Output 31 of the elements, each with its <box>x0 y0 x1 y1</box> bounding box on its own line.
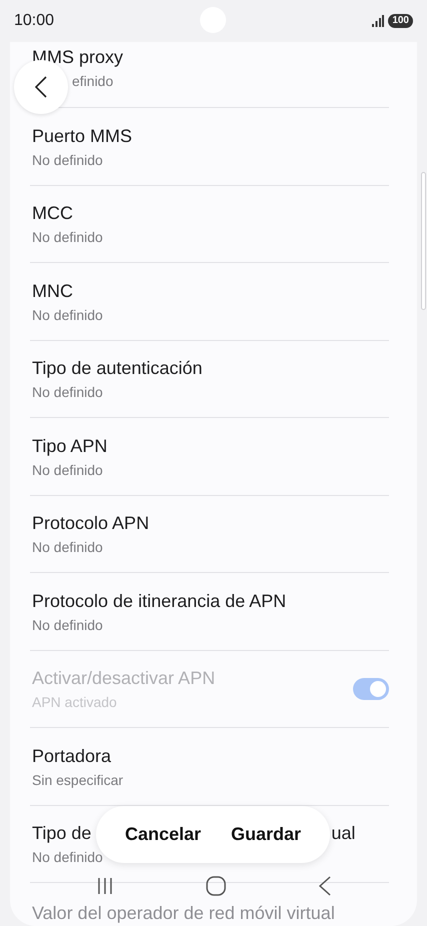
battery-level: 100 <box>388 14 413 28</box>
row-title: Puerto MMS <box>32 124 132 148</box>
home-icon[interactable] <box>206 876 226 896</box>
row-title: Protocolo APN <box>32 512 150 536</box>
row-subtitle: No definido <box>32 150 103 170</box>
row-subtitle: No definido <box>32 383 103 402</box>
back-nav-icon[interactable] <box>318 876 330 896</box>
row-subtitle: No definido <box>32 460 103 480</box>
row-subtitle: efinido <box>72 72 114 91</box>
row-subtitle: No definido <box>32 306 103 325</box>
row-title: MCC <box>32 202 73 226</box>
row-title: Protocolo de itinerancia de APN <box>32 590 286 613</box>
action-button[interactable]: Guardar <box>230 821 301 848</box>
recent-apps-icon[interactable] <box>96 877 112 895</box>
row-subtitle: Sin especificar <box>32 770 124 790</box>
row-title: Valor del operador de red móvil virtual <box>32 902 335 925</box>
row-title: Tipo de <box>32 822 92 846</box>
row-subtitle: No definido <box>32 538 103 558</box>
back-icon <box>35 76 47 98</box>
row-subtitle: No definido <box>32 228 103 248</box>
row-title: Tipo APN <box>32 434 108 458</box>
row-subtitle: No definido <box>32 616 103 635</box>
row-title: Portadora <box>32 744 112 768</box>
status-time: 10:00 <box>14 11 54 31</box>
row-subtitle: No definido <box>32 848 103 868</box>
row-title: Activar/desactivar APN <box>32 667 216 690</box>
row-title: MNC <box>32 280 73 303</box>
row-title: Tipo de autenticación <box>32 357 202 380</box>
signal-icon <box>372 15 384 27</box>
action-button[interactable]: Cancelar <box>124 821 202 848</box>
row-title: ual <box>331 822 356 846</box>
